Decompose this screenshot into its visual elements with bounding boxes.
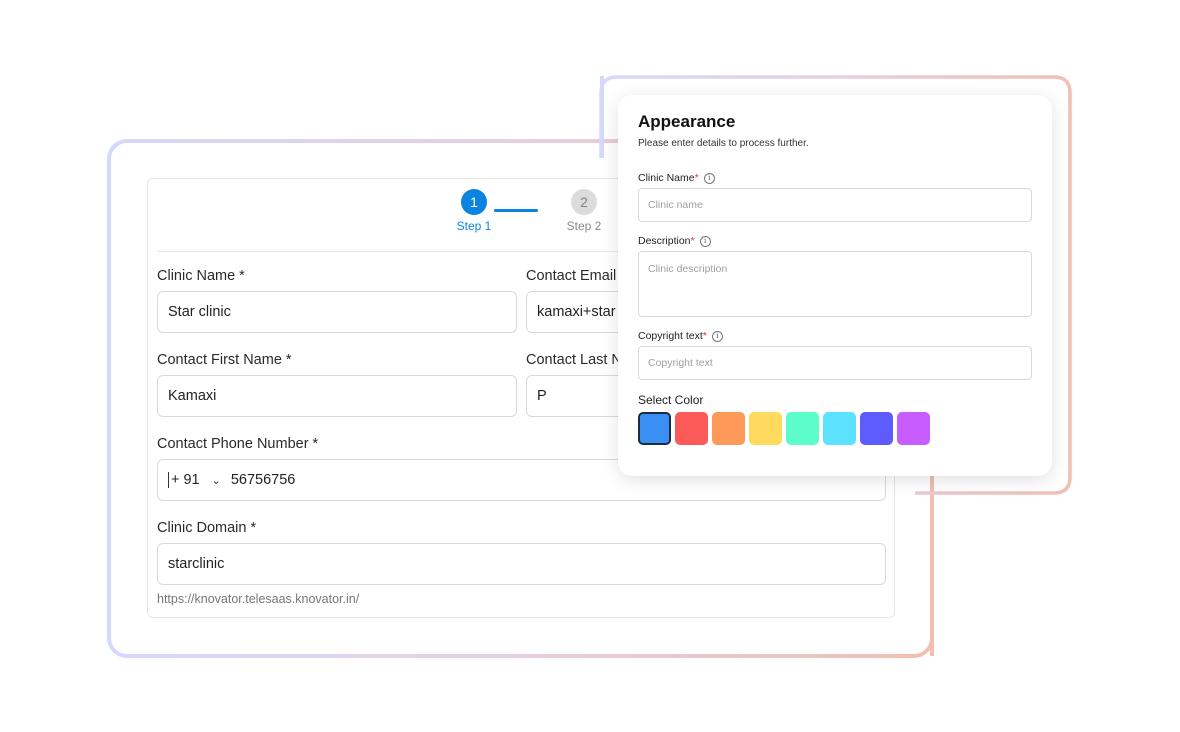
color-swatch[interactable] [749,412,782,445]
color-swatch-list [638,412,930,445]
appearance-title: Appearance [638,112,736,131]
color-swatch[interactable] [675,412,708,445]
label-text: Clinic Name [638,172,695,184]
color-swatch[interactable] [638,412,671,445]
color-swatch[interactable] [860,412,893,445]
select-color-label: Select Color [638,393,704,407]
color-swatch[interactable] [897,412,930,445]
appearance-description-textarea[interactable]: Clinic description [638,251,1032,317]
label-text: Copyright text [638,330,703,342]
info-icon[interactable]: i [711,331,723,342]
appearance-clinic-name-input[interactable]: Clinic name [638,188,1032,222]
info-icon[interactable]: i [699,236,711,247]
appearance-description-label: Description* i [638,235,711,247]
color-swatch[interactable] [712,412,745,445]
required-marker: * [690,235,695,247]
appearance-subtitle: Please enter details to process further. [638,138,809,149]
appearance-card: Appearance Please enter details to proce… [618,95,1052,476]
required-marker: * [702,330,707,342]
required-marker: * [694,172,699,184]
appearance-clinic-name-label: Clinic Name* i [638,172,715,184]
color-swatch[interactable] [786,412,819,445]
appearance-copyright-label: Copyright text* i [638,330,723,342]
color-swatch[interactable] [823,412,856,445]
info-icon[interactable]: i [703,173,715,184]
appearance-copyright-input[interactable]: Copyright text [638,346,1032,380]
label-text: Description [638,235,691,247]
